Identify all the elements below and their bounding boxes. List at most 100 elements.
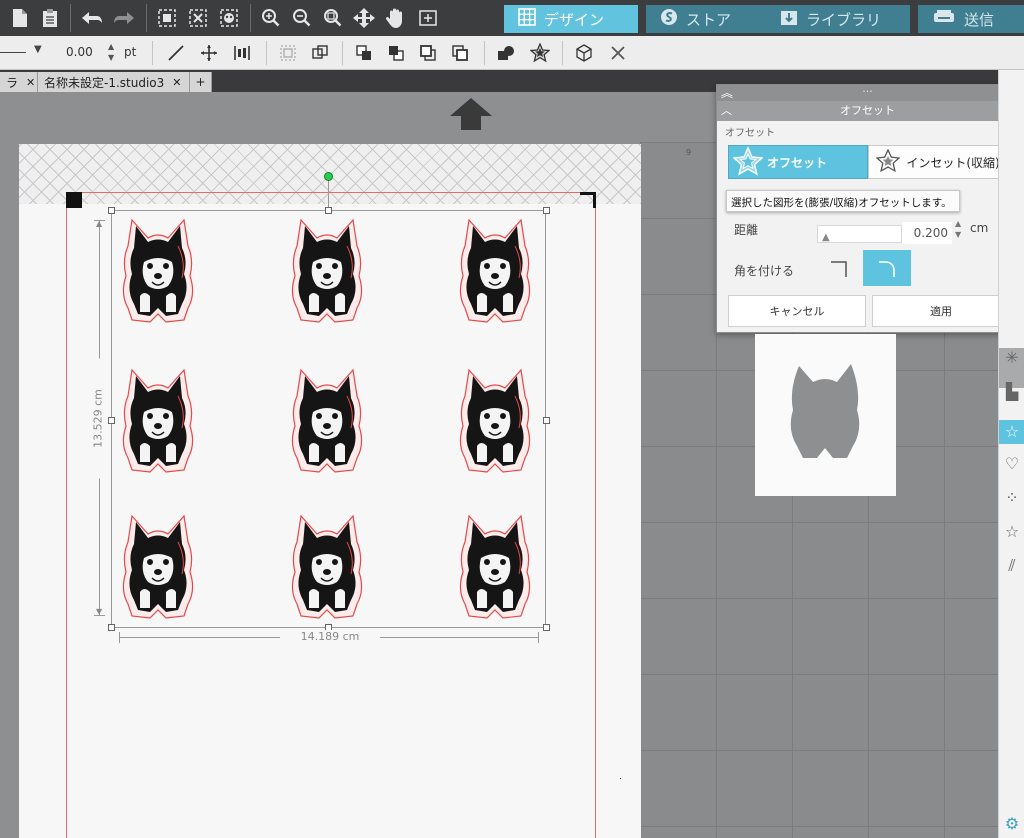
- dog-sticker[interactable]: [455, 216, 535, 326]
- tab-library[interactable]: ライブラリ: [766, 5, 910, 33]
- corner-sharp-button[interactable]: [815, 250, 863, 286]
- zoom-out-icon[interactable]: [288, 4, 316, 32]
- zoom-in-icon[interactable]: [257, 4, 285, 32]
- select-all-icon[interactable]: [153, 4, 181, 32]
- bring-forward-icon[interactable]: [352, 41, 376, 65]
- inset-button-label: インセット(収縮): [906, 155, 1000, 170]
- corner-rounded-button[interactable]: [863, 250, 911, 286]
- mat-ruler-label: 9: [686, 148, 692, 157]
- bring-to-front-icon[interactable]: [416, 41, 440, 65]
- close-x-icon[interactable]: [606, 41, 630, 65]
- hatch-icon[interactable]: ⫽: [1002, 556, 1022, 576]
- hand-tool-icon[interactable]: [382, 4, 410, 32]
- dog-sticker[interactable]: [287, 512, 367, 622]
- select-by-color-icon[interactable]: [215, 4, 243, 32]
- dog-sticker[interactable]: [455, 366, 535, 476]
- inset-star-icon: [875, 147, 901, 176]
- undo-icon[interactable]: [78, 4, 106, 32]
- dog-sticker[interactable]: [118, 366, 198, 476]
- align-icon[interactable]: [230, 41, 254, 65]
- tab-document-2-label: 名称未設定-1.studio3: [44, 75, 165, 90]
- cancel-button[interactable]: キャンセル: [728, 295, 866, 327]
- dog-sticker[interactable]: [455, 512, 535, 622]
- feed-direction-arrow-icon[interactable]: [448, 96, 494, 132]
- resize-handle[interactable]: [108, 624, 115, 631]
- ungroup-icon[interactable]: [308, 41, 332, 65]
- distance-unit: cm: [970, 221, 989, 235]
- distance-input[interactable]: [902, 222, 952, 244]
- resize-handle[interactable]: [543, 624, 550, 631]
- zoom-selection-icon[interactable]: [319, 4, 347, 32]
- offset-panel-icon[interactable]: ☆: [999, 420, 1024, 444]
- resize-handle[interactable]: [543, 417, 550, 424]
- width-dimension-cap: [538, 632, 539, 643]
- height-dimension-label: 13.529 cm: [91, 358, 105, 479]
- close-icon[interactable]: ✕: [172, 76, 181, 89]
- tab-document-1[interactable]: ラ ✕: [0, 72, 38, 92]
- add-tab-button[interactable]: +: [190, 72, 212, 92]
- distance-label: 距離: [734, 223, 759, 237]
- tab-document-2[interactable]: 名称未設定-1.studio3 ✕: [38, 72, 190, 92]
- line-width-input[interactable]: 0.00: [66, 45, 93, 59]
- tab-library-label: ライブラリ: [806, 10, 882, 29]
- offset-preview: [755, 334, 896, 496]
- heart-shape-icon[interactable]: ♡: [1002, 454, 1022, 474]
- registration-mark: [66, 192, 82, 208]
- rotation-stem: [328, 180, 329, 210]
- weld-icon[interactable]: [494, 41, 518, 65]
- registration-mark: [593, 192, 596, 208]
- close-icon[interactable]: ✕: [26, 76, 35, 89]
- inset-button[interactable]: インセット(収縮): [868, 145, 1008, 179]
- dog-silhouette-preview: [790, 364, 860, 458]
- resize-handle[interactable]: [108, 207, 115, 214]
- 3d-box-icon[interactable]: [572, 41, 596, 65]
- arrow-up-icon: ▲: [96, 219, 103, 228]
- tab-document-1-label: ラ: [6, 75, 19, 90]
- move-object-icon[interactable]: [197, 41, 221, 65]
- distance-stepper[interactable]: ▲ ▼: [955, 218, 961, 240]
- offset-star-icon: [732, 145, 764, 179]
- rotation-handle[interactable]: [324, 172, 333, 181]
- offset-star-icon[interactable]: [528, 41, 552, 65]
- dots-icon[interactable]: ⁘: [1002, 488, 1022, 508]
- move-icon[interactable]: [350, 4, 378, 32]
- resize-handle[interactable]: [108, 417, 115, 424]
- main-toolbar: デザイン ストア ライブラリ 送信: [0, 0, 1024, 36]
- apply-button[interactable]: 適用: [872, 295, 1010, 327]
- chevron-up-icon[interactable]: ︿: [721, 101, 732, 121]
- send-to-back-icon[interactable]: [448, 41, 472, 65]
- resize-handle[interactable]: [325, 207, 332, 214]
- slider-thumb-icon[interactable]: ▲: [822, 232, 830, 243]
- draw-line-icon[interactable]: [164, 41, 188, 65]
- dog-sticker[interactable]: [287, 366, 367, 476]
- settings-gear-icon[interactable]: ⚙: [1002, 814, 1022, 834]
- dog-sticker[interactable]: [287, 216, 367, 326]
- panel-title-bar[interactable]: ︿ オフセット ✕: [717, 101, 1018, 121]
- tab-store-label: ストア: [686, 10, 732, 29]
- panel-drag-bar[interactable]: ︽ ··· ✕: [717, 85, 1018, 101]
- dog-sticker[interactable]: [118, 216, 198, 326]
- magic-wand-icon[interactable]: ✳: [1002, 348, 1022, 368]
- section-label: オフセット: [725, 128, 775, 139]
- group-icon[interactable]: [276, 41, 300, 65]
- clipboard-icon[interactable]: [36, 4, 64, 32]
- deselect-icon[interactable]: [184, 4, 212, 32]
- send-backward-icon[interactable]: [384, 41, 408, 65]
- dog-sticker[interactable]: [118, 512, 198, 622]
- line-width-stepper[interactable]: ▲ ▼: [108, 41, 114, 63]
- offset-button[interactable]: オフセット: [728, 145, 868, 179]
- redo-icon[interactable]: [110, 4, 138, 32]
- corner-label: 角を付ける: [734, 264, 795, 278]
- resize-handle[interactable]: [543, 207, 550, 214]
- line-style-dropdown-icon[interactable]: ▼: [34, 44, 42, 55]
- tab-design[interactable]: デザイン: [504, 5, 638, 33]
- star-outline-icon[interactable]: ☆: [1002, 522, 1022, 542]
- properties-toolbar: ▼ 0.00 ▲ ▼ pt: [0, 36, 1024, 70]
- send-icon: [932, 9, 956, 29]
- fill-icon[interactable]: ▙: [1002, 382, 1022, 402]
- fit-to-window-icon[interactable]: [414, 4, 442, 32]
- tab-send[interactable]: 送信: [918, 5, 1024, 33]
- new-page-icon[interactable]: [6, 4, 34, 32]
- tab-store[interactable]: ストア: [646, 5, 768, 33]
- distance-slider[interactable]: ▲: [817, 225, 902, 243]
